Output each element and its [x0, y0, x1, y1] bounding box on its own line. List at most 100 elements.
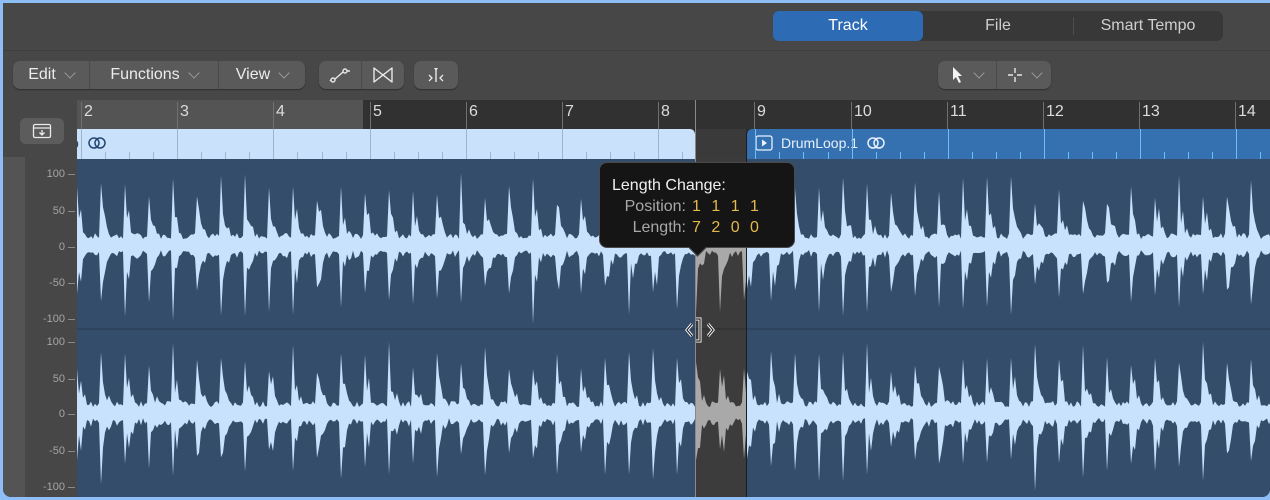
scale-tick — [68, 451, 75, 452]
flex-curve-button[interactable] — [319, 61, 361, 89]
scale-tick — [68, 283, 75, 284]
beat-tick — [129, 152, 130, 159]
scale-label: -50 — [49, 277, 65, 289]
beat-tick — [297, 152, 298, 159]
beat-tick — [996, 152, 997, 159]
chevron-down-icon — [973, 67, 985, 79]
scale-tick — [68, 174, 75, 175]
tab-file[interactable]: File — [923, 11, 1073, 41]
bar-line — [852, 129, 853, 159]
ruler-bar-tick — [273, 102, 274, 129]
ruler-bar-number: 14 — [1238, 103, 1256, 120]
ruler-bar-tick — [851, 102, 852, 129]
ruler-bar-number: 8 — [661, 103, 670, 120]
crossfade-icon — [373, 67, 393, 83]
beat-tick — [249, 152, 250, 159]
tracks-editor-window: Track File Smart Tempo Edit Functions Vi… — [3, 3, 1270, 497]
beat-tick — [803, 152, 804, 159]
tab-file-label: File — [985, 17, 1011, 34]
tooltip-position-value: 1 1 1 1 — [692, 198, 762, 215]
playhead[interactable] — [695, 100, 696, 132]
amplitude-scale: 100 50 0 -50 -100 100 50 0 -50 -100 — [25, 3, 77, 497]
bar-line — [948, 129, 949, 159]
beat-tick — [538, 152, 539, 159]
scale-label: -100 — [42, 481, 65, 493]
beat-tick — [779, 152, 780, 159]
transient-marker-button[interactable] — [414, 61, 458, 89]
bar-line — [1044, 129, 1045, 159]
beat-tick — [924, 152, 925, 159]
beat-tick — [586, 152, 587, 159]
scale-tick — [68, 319, 75, 320]
tool-selector-group — [938, 61, 1051, 89]
loop-rings-icon — [88, 137, 106, 149]
bar-line — [755, 129, 756, 159]
beat-tick — [105, 152, 106, 159]
waveform-channel-2 — [77, 342, 695, 485]
left-click-tool-button[interactable] — [938, 61, 996, 89]
ruler-bar-number: 11 — [950, 103, 967, 120]
ruler-bar-number: 7 — [565, 103, 574, 120]
view-menu-label: View — [235, 66, 271, 83]
play-box-icon — [755, 135, 773, 151]
transient-group — [414, 61, 458, 89]
ruler-bar-number: 9 — [757, 103, 766, 120]
scale-label: 100 — [46, 336, 65, 348]
region-header[interactable]: DrumLoop.1 — [747, 129, 1270, 159]
beat-tick — [876, 152, 877, 159]
scale-tick — [68, 211, 75, 212]
beat-tick — [1164, 152, 1165, 159]
scale-label: 50 — [52, 373, 65, 385]
audio-region-drumloop[interactable]: DrumLoop.1 — [746, 129, 1270, 497]
beat-tick — [225, 152, 226, 159]
region-header[interactable]: p — [77, 129, 695, 159]
waveform-channel-2 — [696, 361, 746, 461]
ruler-bar-number: 13 — [1142, 103, 1160, 120]
view-menu-button[interactable]: View — [218, 61, 305, 89]
beat-tick — [1020, 152, 1021, 159]
crossfade-button[interactable] — [361, 61, 404, 89]
scale-tick — [68, 379, 75, 380]
ruler-bar-number: 12 — [1046, 103, 1064, 120]
beat-tick — [1092, 152, 1093, 159]
ruler-bar-tick — [370, 102, 371, 129]
beat-tick — [1212, 152, 1213, 159]
ruler-bar-tick — [754, 102, 755, 129]
bar-ruler[interactable]: 2 3 4 5 6 7 8 9 10 11 12 13 14 — [77, 100, 1270, 129]
beat-tick — [201, 152, 202, 159]
ruler-bar-tick — [562, 102, 563, 129]
waveform-channel-2 — [747, 341, 1270, 491]
ruler-bar-number: 4 — [276, 103, 285, 120]
bar-line — [1140, 129, 1141, 159]
transient-marker-icon — [428, 68, 444, 82]
cycle-area[interactable] — [77, 100, 363, 129]
region-name: p — [77, 135, 79, 151]
tab-divider — [1073, 17, 1074, 35]
tab-smart-tempo[interactable]: Smart Tempo — [1073, 11, 1223, 41]
flex-curve-icon — [329, 68, 350, 83]
tab-track[interactable]: Track — [773, 11, 923, 41]
waveform-channel-1 — [747, 175, 1270, 316]
ruler-bar-tick — [947, 102, 948, 129]
beat-tick — [490, 152, 491, 159]
scale-label: 100 — [46, 168, 65, 180]
loop-rings-icon — [867, 137, 885, 149]
bar-line — [81, 129, 82, 159]
functions-menu-button[interactable]: Functions — [89, 61, 218, 89]
tooltip-length-label: Length: — [632, 219, 686, 236]
bar-line — [370, 129, 371, 159]
waveform — [747, 175, 1270, 491]
tooltip-length-value: 7 2 0 0 — [692, 219, 762, 236]
beat-tick — [1068, 152, 1069, 159]
ruler-bar-number: 6 — [469, 103, 478, 120]
flex-tools-group — [319, 61, 404, 89]
tooltip-position-label: Position: — [624, 198, 686, 215]
scale-label: -50 — [49, 445, 65, 457]
tab-track-label: Track — [828, 17, 868, 34]
cmd-click-tool-button[interactable] — [996, 61, 1051, 89]
chevron-down-icon — [188, 67, 200, 79]
bar-line — [1236, 129, 1237, 159]
scale-label: 0 — [58, 408, 65, 420]
bar-line — [177, 129, 178, 159]
beat-tick — [322, 152, 323, 159]
